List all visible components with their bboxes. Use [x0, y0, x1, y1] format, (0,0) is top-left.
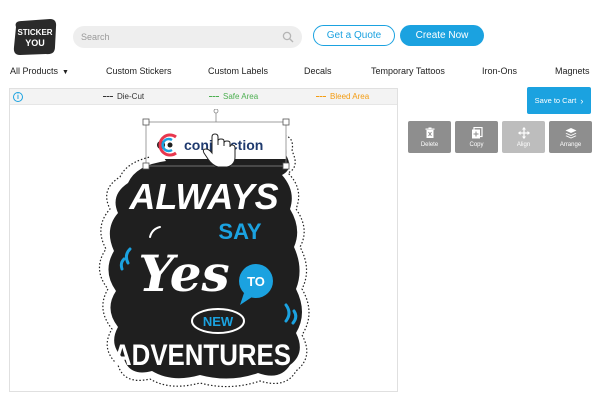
nav-decals[interactable]: Decals: [304, 66, 332, 76]
nav-all-products[interactable]: All Products ▼: [10, 66, 69, 76]
create-now-button[interactable]: Create Now: [400, 25, 484, 46]
legend-label: Die-Cut: [117, 92, 145, 101]
design-text-say: SAY: [218, 219, 262, 244]
rotate-handle[interactable]: [213, 109, 219, 114]
product-nav: All Products ▼ Custom Stickers Custom Lab…: [0, 66, 600, 80]
search-icon[interactable]: [282, 31, 294, 43]
legend-label: Bleed Area: [330, 92, 370, 101]
nav-temporary-tattoos[interactable]: Temporary Tattoos: [371, 66, 445, 76]
nav-custom-stickers[interactable]: Custom Stickers: [106, 66, 172, 76]
legend-bleed-area: Bleed Area: [316, 92, 369, 101]
legend-label: Safe Area: [223, 92, 259, 101]
nav-custom-labels[interactable]: Custom Labels: [208, 66, 268, 76]
stickeryou-logo[interactable]: STICKER YOU: [10, 17, 60, 57]
nav-iron-ons[interactable]: Iron-Ons: [482, 66, 517, 76]
arrange-button[interactable]: Arrange: [549, 121, 592, 153]
sticker-design[interactable]: ALWAYS SAY Yes TO NEW ADVENTURES conjunc…: [90, 109, 320, 391]
safe-area-swatch: [209, 96, 219, 98]
die-cut-swatch: [103, 96, 113, 98]
design-canvas[interactable]: i Die-Cut Safe Area Bleed Area ALWAYS SA…: [9, 88, 398, 392]
copy-button[interactable]: Copy: [455, 121, 498, 153]
logo-line2: YOU: [25, 38, 45, 48]
bleed-area-swatch: [316, 96, 326, 98]
save-to-cart-label: Save to Cart: [534, 96, 577, 105]
design-text-yes: Yes: [138, 244, 229, 303]
align-icon: [517, 126, 530, 139]
get-quote-button[interactable]: Get a Quote: [313, 25, 395, 46]
save-to-cart-button[interactable]: Save to Cart ›: [527, 87, 591, 114]
search-placeholder: Search: [81, 32, 110, 42]
tool-label: Delete: [420, 141, 439, 148]
chevron-right-icon: ›: [580, 95, 584, 106]
trash-icon: [425, 127, 434, 138]
tool-label: Copy: [469, 141, 484, 148]
legend-die-cut: Die-Cut: [103, 92, 144, 101]
logo-line1: STICKER: [17, 28, 52, 37]
tool-label: Arrange: [559, 141, 582, 148]
resize-handle-br[interactable]: [282, 162, 290, 170]
design-text-to: TO: [247, 274, 265, 289]
copy-icon: [471, 126, 483, 138]
align-button[interactable]: Align: [502, 121, 545, 153]
resize-handle-tr[interactable]: [282, 118, 290, 126]
legend-safe-area: Safe Area: [209, 92, 258, 101]
logo-center-dot: [167, 142, 173, 148]
tool-label: Align: [516, 141, 531, 148]
search-input[interactable]: Search: [73, 26, 302, 48]
info-icon[interactable]: i: [13, 92, 23, 102]
resize-handle-tl[interactable]: [142, 118, 150, 126]
chevron-down-icon: ▼: [62, 69, 69, 76]
nav-item-label: All Products: [10, 66, 59, 76]
nav-magnets[interactable]: Magnets: [555, 66, 590, 76]
design-text-new: NEW: [203, 314, 234, 329]
canvas-legend-bar: i Die-Cut Safe Area Bleed Area: [10, 89, 397, 105]
layers-icon: [565, 127, 576, 138]
design-text-always: ALWAYS: [128, 176, 278, 217]
resize-handle-bl[interactable]: [142, 162, 150, 170]
delete-button[interactable]: Delete: [408, 121, 451, 153]
design-text-adventures: ADVENTURES: [113, 339, 291, 372]
